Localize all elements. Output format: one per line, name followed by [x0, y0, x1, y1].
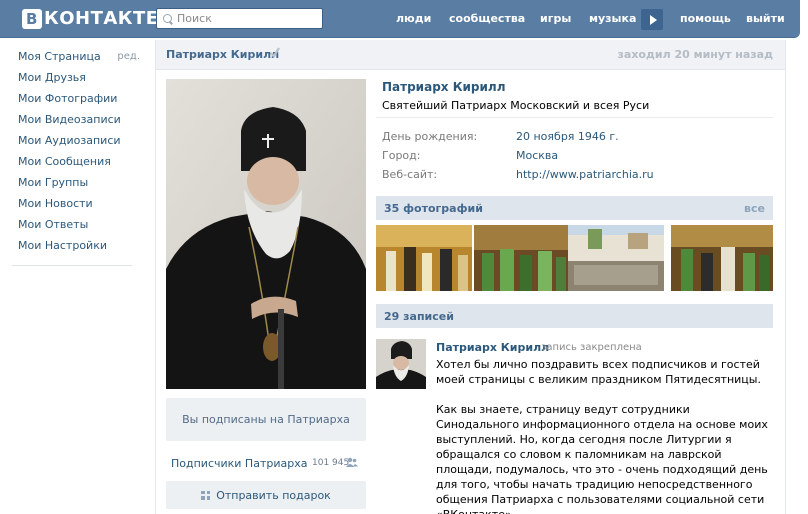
topbar-page-name[interactable]: Патриарх Кирилл — [166, 48, 279, 61]
profile-topbar: Патриарх Кирилл заходил 20 минут назад — [156, 40, 785, 70]
photos-all-link[interactable]: все — [744, 202, 765, 215]
photo-image — [671, 225, 773, 291]
menu-my-audio[interactable]: Мои Аудиозаписи — [18, 132, 146, 153]
subscribers-icon — [346, 457, 358, 467]
website-link[interactable]: http://www.patriarchia.ru — [516, 168, 654, 181]
photo-image — [376, 225, 472, 291]
edit-link[interactable]: ред. — [117, 48, 140, 65]
patriarch-portrait-image — [166, 79, 366, 389]
photo-image — [568, 225, 664, 291]
menu-my-groups[interactable]: Мои Группы — [18, 174, 146, 195]
logo-text: КОНТАКТЕ — [44, 8, 159, 29]
profile-status: Святейший Патриарх Московский и всея Рус… — [382, 99, 650, 112]
search-input[interactable] — [177, 12, 317, 25]
profile-avatar[interactable] — [166, 79, 366, 389]
nav-music[interactable]: музыка — [589, 12, 636, 25]
photo-thumb[interactable] — [474, 225, 570, 291]
search-box[interactable] — [156, 8, 323, 29]
city-label: Город: — [382, 149, 421, 162]
website-label: Веб-сайт: — [382, 168, 438, 181]
photos-title[interactable]: 35 фотографий — [384, 202, 483, 215]
info-divider — [376, 117, 773, 118]
photos-header[interactable]: 35 фотографий все — [376, 196, 773, 220]
post-avatar-image — [376, 339, 426, 389]
content-border-right — [785, 40, 786, 514]
vk-logo[interactable]: В КОНТАКТЕ — [22, 8, 159, 29]
content-border-left — [155, 40, 156, 514]
menu-my-friends[interactable]: Мои Друзья — [18, 69, 146, 90]
nav-logout[interactable]: выйти — [746, 12, 785, 25]
last-seen-status: заходил 20 минут назад — [617, 48, 773, 61]
verified-check-icon — [270, 47, 280, 58]
city-value[interactable]: Москва — [516, 149, 558, 162]
send-gift-label: Отправить подарок — [216, 488, 331, 502]
gift-icon — [201, 490, 211, 500]
subscribers-count: 101 945 — [312, 458, 350, 468]
wall-title[interactable]: 29 записей — [384, 310, 454, 323]
menu-my-messages[interactable]: Мои Сообщения — [18, 153, 146, 174]
menu-my-news[interactable]: Мои Новости — [18, 195, 146, 216]
post-pinned-label: запись закреплена — [541, 342, 642, 353]
birthday-value[interactable]: 20 ноября 1946 г. — [516, 130, 619, 143]
menu-my-page[interactable]: Моя Страница ред. — [18, 48, 146, 69]
photo-thumb[interactable] — [671, 225, 773, 291]
menu-my-photos[interactable]: Мои Фотографии — [18, 90, 146, 111]
menu-my-settings[interactable]: Мои Настройки — [18, 237, 146, 258]
nav-games[interactable]: игры — [540, 12, 571, 25]
post-text: Хотел бы лично поздравить всех подписчик… — [436, 358, 768, 514]
birthday-label: День рождения: — [382, 130, 478, 143]
nav-people[interactable]: люди — [396, 12, 431, 25]
send-gift-button[interactable]: Отправить подарок — [166, 481, 366, 509]
nav-communities[interactable]: сообщества — [449, 12, 525, 25]
photo-image — [474, 225, 570, 291]
play-icon[interactable] — [641, 9, 663, 30]
subscribers-link[interactable]: Подписчики Патриарха — [171, 457, 307, 470]
post-author-avatar[interactable] — [376, 339, 426, 389]
wall-header[interactable]: 29 записей — [376, 304, 773, 328]
top-header: В КОНТАКТЕ люди сообщества игры музыка п… — [0, 0, 800, 38]
menu-my-answers[interactable]: Мои Ответы — [18, 216, 146, 237]
menu-my-videos[interactable]: Мои Видеозаписи — [18, 111, 146, 132]
menu-divider — [12, 265, 132, 266]
post-author-name[interactable]: Патриарх Кирилл — [436, 341, 549, 354]
left-menu: Моя Страница ред. Мои Друзья Мои Фотогра… — [18, 48, 146, 258]
photo-thumb[interactable] — [568, 225, 664, 291]
photo-thumb[interactable] — [376, 225, 472, 291]
menu-item-label: Моя Страница — [18, 50, 101, 63]
search-icon — [163, 14, 172, 23]
nav-help[interactable]: помощь — [680, 12, 731, 25]
subscribed-button[interactable]: Вы подписаны на Патриарха — [166, 398, 366, 441]
logo-letter: В — [22, 8, 42, 29]
profile-name: Патриарх Кирилл — [382, 80, 506, 94]
